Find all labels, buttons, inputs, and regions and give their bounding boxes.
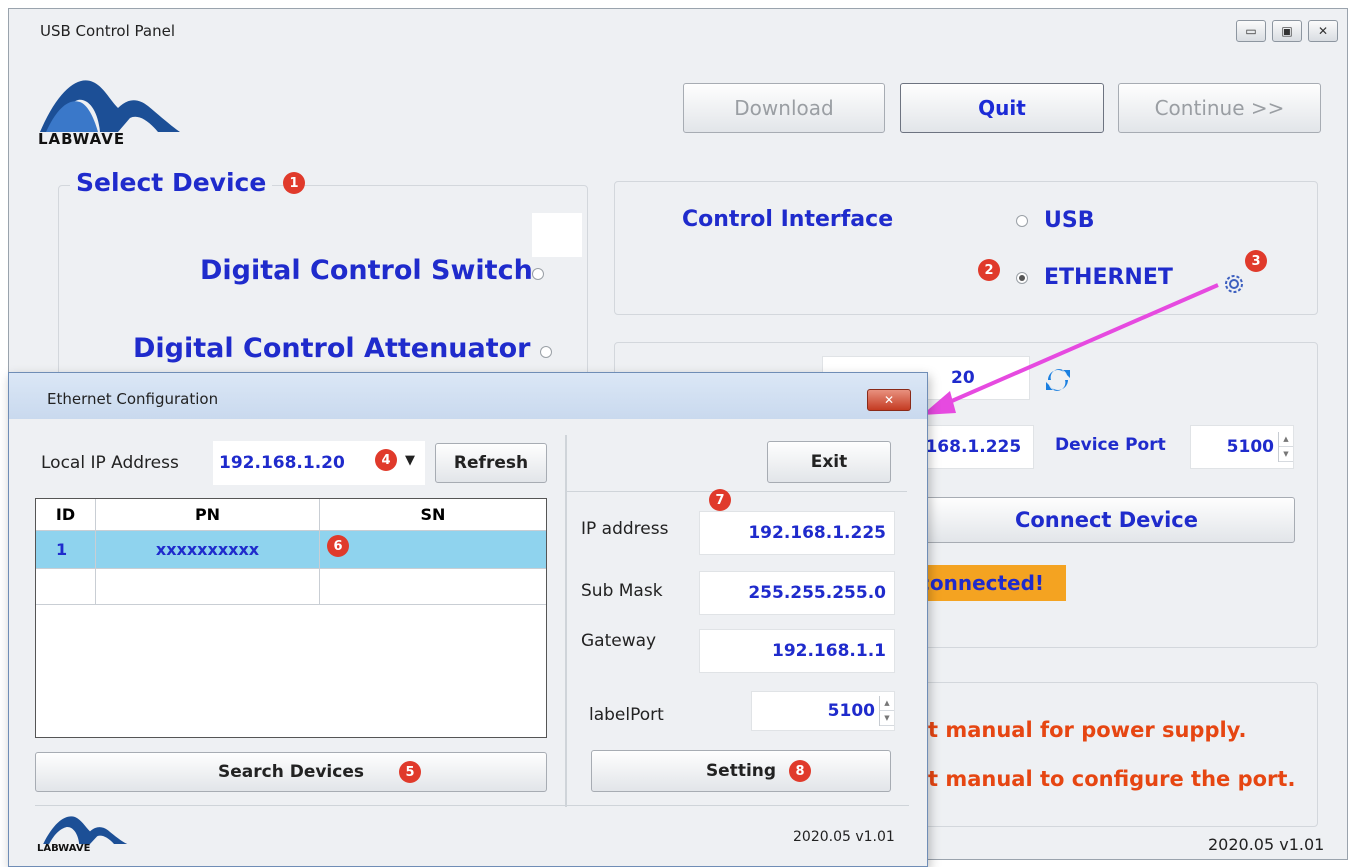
- empty-cell: [320, 569, 546, 605]
- label-port-value: 5100: [827, 701, 875, 721]
- dialog-title: Ethernet Configuration: [47, 390, 219, 408]
- table-header: ID PN SN: [36, 499, 546, 531]
- dialog-close-icon[interactable]: ✕: [867, 389, 911, 411]
- connection-status-badge: connected!: [918, 565, 1066, 601]
- spin-up-icon[interactable]: ▲: [880, 696, 894, 711]
- ip-address-field[interactable]: 192.168.1.225: [699, 511, 895, 555]
- table-row[interactable]: 1 xxxxxxxxxx: [36, 531, 546, 569]
- chevron-down-icon[interactable]: ▼: [405, 453, 415, 468]
- label-port-label: labelPort: [589, 705, 664, 725]
- search-devices-button[interactable]: Search Devices: [35, 752, 547, 792]
- radio-digital-switch[interactable]: [532, 268, 544, 280]
- step-badge-6: 6: [327, 535, 349, 557]
- table-row-empty[interactable]: [36, 569, 546, 605]
- dialog-logo: LABWAVE: [37, 811, 137, 861]
- control-interface-label: Control Interface: [682, 207, 894, 232]
- step-badge-1: 1: [283, 172, 305, 194]
- step-badge-4: 4: [375, 449, 397, 471]
- step-badge-3: 3: [1245, 250, 1267, 272]
- main-version: 2020.05 v1.01: [1208, 835, 1325, 854]
- connect-device-button[interactable]: Connect Device: [918, 497, 1295, 543]
- usb-label[interactable]: USB: [1044, 208, 1094, 233]
- column-header-id[interactable]: ID: [36, 499, 96, 531]
- column-header-pn[interactable]: PN: [96, 499, 320, 531]
- empty-cell: [36, 569, 96, 605]
- device-table: ID PN SN 1 xxxxxxxxxx: [35, 498, 547, 738]
- select-device-title: Select Device: [70, 168, 273, 197]
- ethernet-config-dialog: Ethernet Configuration ✕ Local IP Addres…: [8, 372, 928, 867]
- option-digital-control-attenuator[interactable]: Digital Control Attenuator: [133, 333, 531, 364]
- local-ip-label: Local IP Address: [41, 453, 179, 473]
- right-panel-rule: [567, 491, 907, 492]
- radio-usb[interactable]: [1016, 215, 1028, 227]
- minimize-icon[interactable]: ▭: [1236, 20, 1266, 42]
- labwave-logo: LABWAVE: [38, 70, 188, 150]
- exit-button[interactable]: Exit: [767, 441, 891, 483]
- download-button[interactable]: Download: [683, 83, 885, 133]
- spin-down-icon[interactable]: ▼: [880, 711, 894, 726]
- row-id: 1: [36, 531, 96, 569]
- blank-box: [532, 213, 582, 257]
- row-pn: xxxxxxxxxx: [96, 531, 320, 569]
- dialog-logo-text: LABWAVE: [37, 843, 91, 854]
- dialog-version: 2020.05 v1.01: [793, 829, 895, 845]
- step-badge-5: 5: [399, 761, 421, 783]
- local-ip-value: 192.168.1.20: [219, 453, 345, 473]
- ip-address-label: IP address: [581, 519, 669, 539]
- label-port-stepper[interactable]: 5100 ▲ ▼: [751, 691, 895, 731]
- window-controls: ▭ ▣ ✕: [1236, 20, 1338, 42]
- note-line-2: t manual to configure the port.: [928, 767, 1296, 791]
- maximize-icon[interactable]: ▣: [1272, 20, 1302, 42]
- mountain-logo-icon: [43, 816, 128, 844]
- sub-mask-label: Sub Mask: [581, 581, 663, 601]
- sub-mask-field[interactable]: 255.255.255.0: [699, 571, 895, 615]
- refresh-button[interactable]: Refresh: [435, 443, 547, 483]
- row-sn: [320, 531, 546, 569]
- close-icon[interactable]: ✕: [1308, 20, 1338, 42]
- column-header-sn[interactable]: SN: [320, 499, 546, 531]
- footer-rule: [35, 805, 909, 806]
- quit-button[interactable]: Quit: [900, 83, 1104, 133]
- continue-button[interactable]: Continue >>: [1118, 83, 1321, 133]
- spin-down-icon[interactable]: ▼: [1279, 447, 1293, 462]
- window-title: USB Control Panel: [40, 22, 176, 40]
- radio-digital-attenuator[interactable]: [540, 346, 552, 358]
- step-badge-8: 8: [789, 760, 811, 782]
- empty-cell: [96, 569, 320, 605]
- label-port-spin[interactable]: ▲ ▼: [879, 696, 894, 726]
- step-badge-7: 7: [709, 489, 731, 511]
- gateway-label: Gateway: [581, 631, 657, 651]
- gateway-field[interactable]: 192.168.1.1: [699, 629, 895, 673]
- spin-up-icon[interactable]: ▲: [1279, 432, 1293, 447]
- port-spin-buttons[interactable]: ▲ ▼: [1278, 432, 1293, 462]
- device-port-value: 5100: [1226, 437, 1274, 457]
- annotation-arrow: [922, 283, 1219, 415]
- logo-text: LABWAVE: [38, 130, 126, 148]
- device-port-label: Device Port: [1055, 435, 1166, 455]
- note-line-1: t manual for power supply.: [928, 718, 1247, 742]
- setting-button[interactable]: Setting: [591, 750, 891, 792]
- option-digital-control-switch[interactable]: Digital Control Switch: [200, 255, 533, 286]
